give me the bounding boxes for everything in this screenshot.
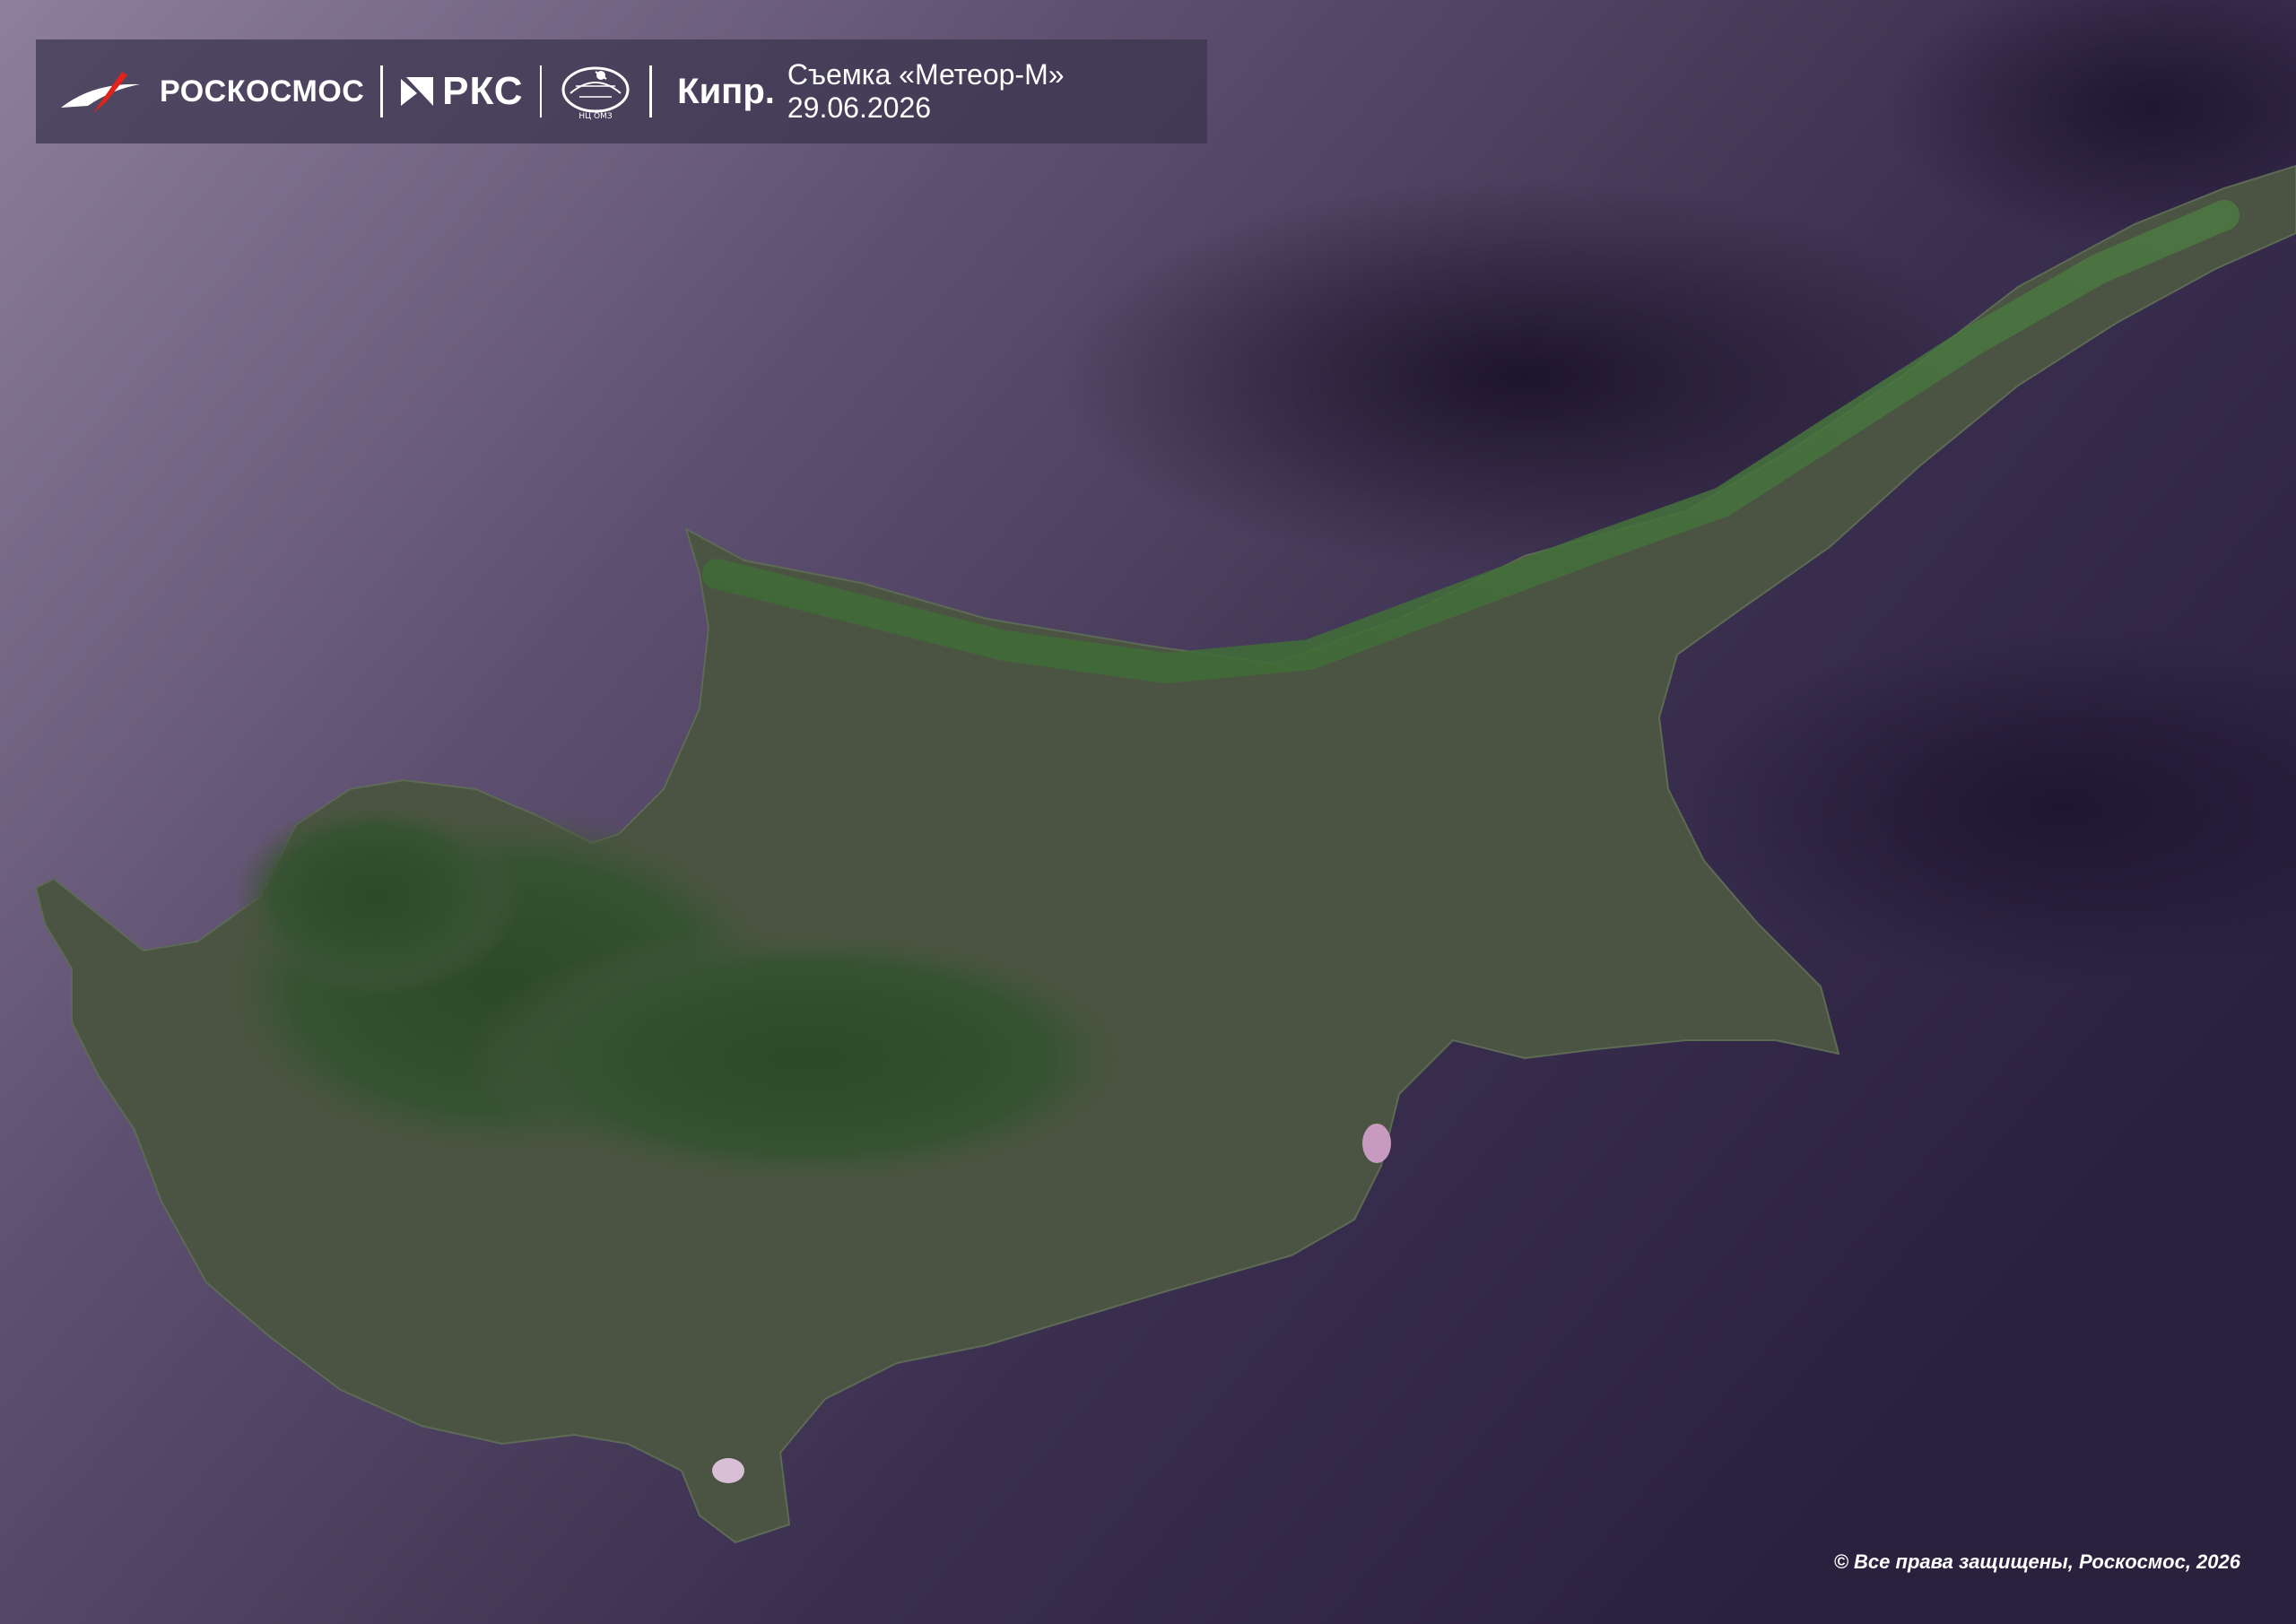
header-bar: РОСКОСМОС РКС НЦ ОМЗ Кипр. Съемка «Метео… bbox=[36, 39, 1207, 143]
header-subtitle: Съемка «Метеор-М» 29.06.2026 bbox=[787, 58, 1065, 124]
divider bbox=[649, 65, 653, 117]
ntsomz-logo: НЦ ОМЗ bbox=[558, 63, 633, 120]
roscosmos-logo: РОСКОСМОС bbox=[57, 66, 364, 117]
salt-lake bbox=[1362, 1124, 1391, 1163]
roscosmos-brand: РОСКОСМОС bbox=[160, 74, 365, 109]
rks-logo: РКС bbox=[399, 69, 523, 114]
rks-brand: РКС bbox=[442, 69, 524, 113]
troodos-mountains bbox=[466, 924, 1148, 1193]
troodos-mountains bbox=[233, 798, 520, 995]
header-title: Кипр. bbox=[677, 71, 775, 111]
ntsomz-label: НЦ ОМЗ bbox=[579, 112, 613, 120]
satellite-image bbox=[0, 0, 2296, 1624]
divider bbox=[539, 65, 543, 117]
rks-mark-icon bbox=[401, 77, 434, 106]
salt-lake bbox=[712, 1458, 744, 1483]
roscosmos-rocket-icon bbox=[61, 72, 140, 113]
copyright-notice: © Все права защищены, Роскосмос, 2026 bbox=[1824, 1545, 2249, 1579]
ntsomz-emblem-icon: НЦ ОМЗ bbox=[561, 66, 630, 120]
divider bbox=[380, 65, 384, 117]
